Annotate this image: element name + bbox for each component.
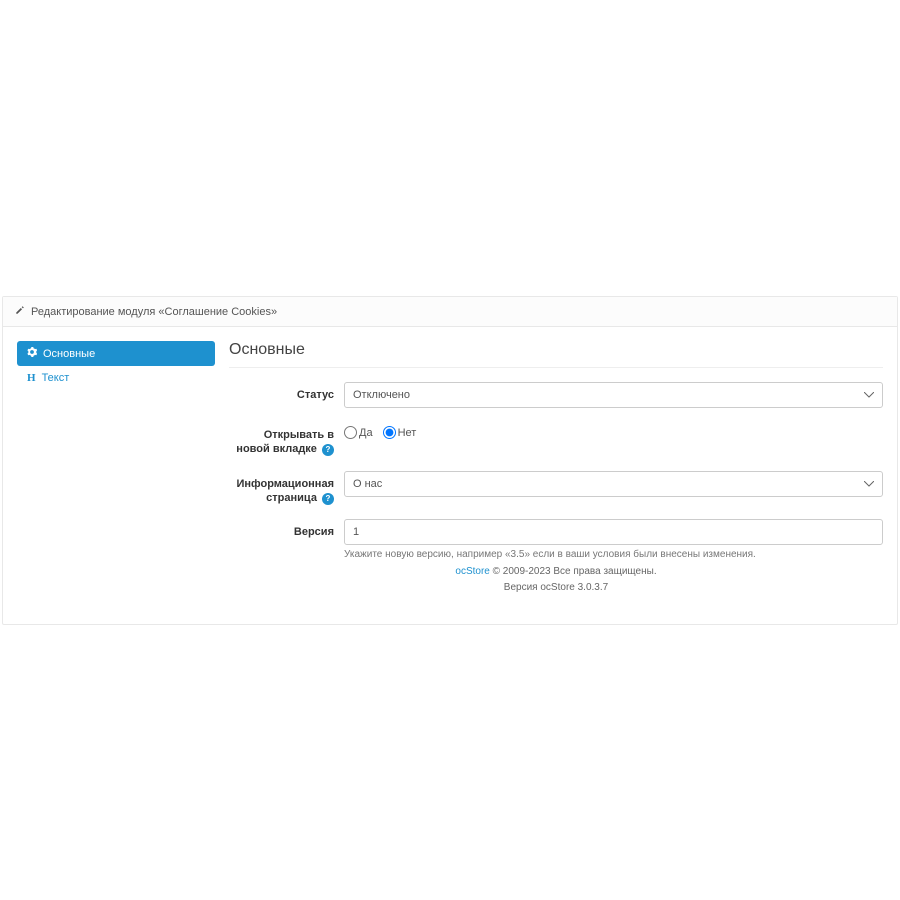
panel-title: Редактирование модуля «Соглашение Cookie… [31,306,277,318]
status-select[interactable]: Отключено [344,382,883,408]
footer-brand-link[interactable]: ocStore [455,566,489,577]
field-status: Статус Отключено [229,382,883,408]
pencil-icon [15,305,25,318]
radio-no[interactable]: Нет [383,426,417,439]
footer: ocStore © 2009-2023 Все права защищены. … [229,564,883,610]
footer-copyright: © 2009-2023 Все права защищены. [490,566,657,577]
infopage-label: Информационная страница ? [229,471,344,506]
status-label: Статус [229,382,344,408]
field-newtab: Открывать в новой вкладке ? Да [229,422,883,457]
nav-tabs: Основные H Текст [17,341,215,390]
footer-version: Версия ocStore 3.0.3.7 [229,580,883,596]
tab-main-label: Основные [43,348,95,360]
tab-text-label: Текст [42,372,70,384]
panel-heading: Редактирование модуля «Соглашение Cookie… [3,297,897,327]
field-infopage: Информационная страница ? О нас [229,471,883,506]
tab-main[interactable]: Основные [17,341,215,366]
newtab-label: Открывать в новой вкладке ? [229,422,344,457]
tab-text[interactable]: H Текст [17,366,215,390]
version-input[interactable] [344,519,883,545]
help-icon[interactable]: ? [322,493,334,505]
section-legend: Основные [229,341,883,368]
infopage-select[interactable]: О нас [344,471,883,497]
version-help: Укажите новую версию, например «3.5» есл… [344,549,883,560]
help-icon[interactable]: ? [322,444,334,456]
version-label: Версия [229,519,344,560]
radio-yes[interactable]: Да [344,426,373,439]
panel-main: Редактирование модуля «Соглашение Cookie… [2,296,898,625]
cog-icon [27,347,37,360]
field-version: Версия Укажите новую версию, например «3… [229,519,883,560]
heading-icon: H [27,372,36,384]
